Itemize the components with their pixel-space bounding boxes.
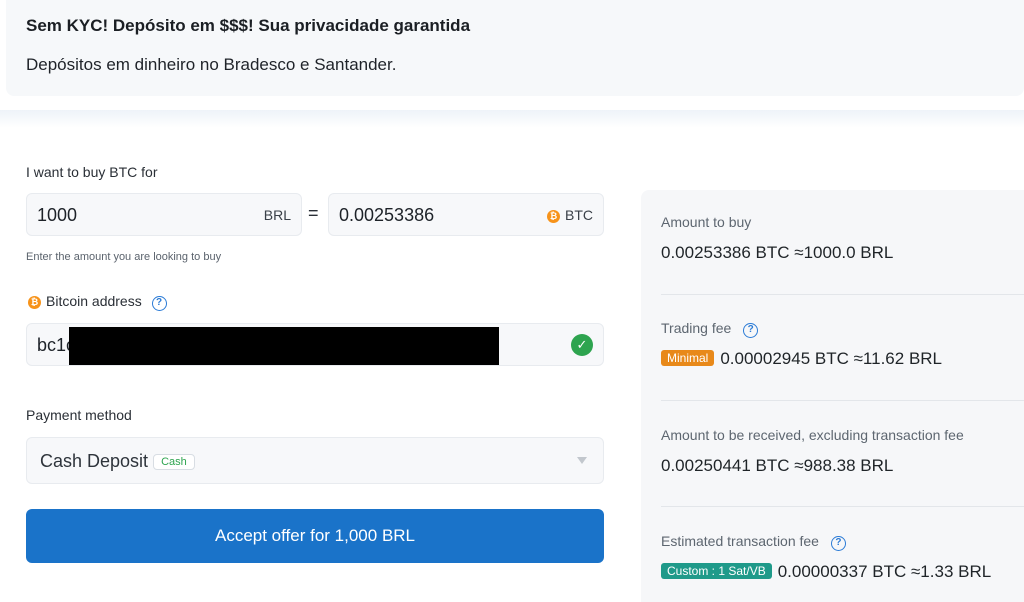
address-label-row: ₿ Bitcoin address ? [28, 293, 167, 311]
cash-badge: Cash [153, 454, 195, 470]
fiat-amount-value[interactable]: 1000 [37, 205, 77, 226]
accept-offer-button[interactable]: Accept offer for 1,000 BRL [26, 509, 604, 563]
promo-banner: Sem KYC! Depósito em $$$! Sua privacidad… [6, 0, 1024, 96]
btc-unit-wrap: ₿ BTC [547, 207, 593, 223]
payment-method-value-row: Cash Deposit Cash [40, 451, 195, 472]
banner-title: Sem KYC! Depósito em $$$! Sua privacidad… [26, 16, 471, 35]
separator [661, 400, 1024, 401]
trading-fee-value: 0.00002945 BTC ≈11.62 BRL [720, 349, 943, 368]
minimal-badge: Minimal [661, 350, 715, 366]
separator [661, 506, 1024, 507]
redaction-box [69, 327, 499, 365]
help-icon[interactable]: ? [743, 323, 759, 338]
buy-label: I want to buy BTC for [26, 164, 158, 180]
bitcoin-address-field[interactable]: bc1c ✓ [26, 323, 604, 366]
tx-fee-label-row: Estimated transaction fee ? [661, 533, 846, 551]
amount-to-buy-value: 0.00253386 BTC ≈1000.0 BRL [661, 243, 894, 262]
btc-amount-value[interactable]: 0.00253386 [339, 205, 434, 226]
bitcoin-icon: ₿ [28, 296, 41, 309]
separator [661, 294, 1024, 295]
fiat-unit: BRL [263, 207, 291, 223]
banner-subtitle: Depósitos em dinheiro no Bradesco e Sant… [26, 55, 397, 74]
check-circle-icon: ✓ [571, 334, 593, 356]
equals-sign: = [308, 203, 319, 223]
tx-fee-value: 0.00000337 BTC ≈1.33 BRL [777, 562, 992, 581]
payment-label: Payment method [26, 407, 132, 423]
trading-fee-label-row: Trading fee ? [661, 320, 759, 338]
received-amount-label: Amount to be received, excluding transac… [661, 427, 964, 443]
amount-helper-text: Enter the amount you are looking to buy [26, 251, 222, 263]
help-icon[interactable]: ? [151, 296, 167, 311]
fiat-amount-field[interactable]: 1000 BRL [26, 193, 302, 236]
amount-to-buy-label: Amount to buy [661, 214, 752, 230]
section-divider [0, 110, 1024, 128]
bitcoin-icon: ₿ [547, 210, 560, 223]
payment-method-value: Cash Deposit [40, 451, 149, 471]
trading-fee-label: Trading fee [661, 320, 732, 336]
tx-fee-label: Estimated transaction fee [661, 533, 819, 549]
payment-method-select[interactable]: Cash Deposit Cash [26, 437, 604, 484]
order-summary-panel: Amount to buy 0.00253386 BTC ≈1000.0 BRL… [641, 190, 1024, 602]
btc-unit: BTC [565, 207, 593, 223]
tx-fee-value-row: Custom : 1 Sat/VB 0.00000337 BTC ≈1.33 BR… [661, 562, 991, 582]
btc-amount-field[interactable]: 0.00253386 ₿ BTC [328, 193, 604, 236]
help-icon[interactable]: ? [830, 536, 846, 551]
address-label: Bitcoin address [46, 293, 142, 309]
custom-fee-badge[interactable]: Custom : 1 Sat/VB [661, 563, 772, 579]
trading-fee-value-row: Minimal 0.00002945 BTC ≈11.62 BRL [661, 349, 942, 369]
caret-down-icon[interactable] [577, 457, 587, 464]
received-amount-value: 0.00250441 BTC ≈988.38 BRL [661, 456, 894, 475]
